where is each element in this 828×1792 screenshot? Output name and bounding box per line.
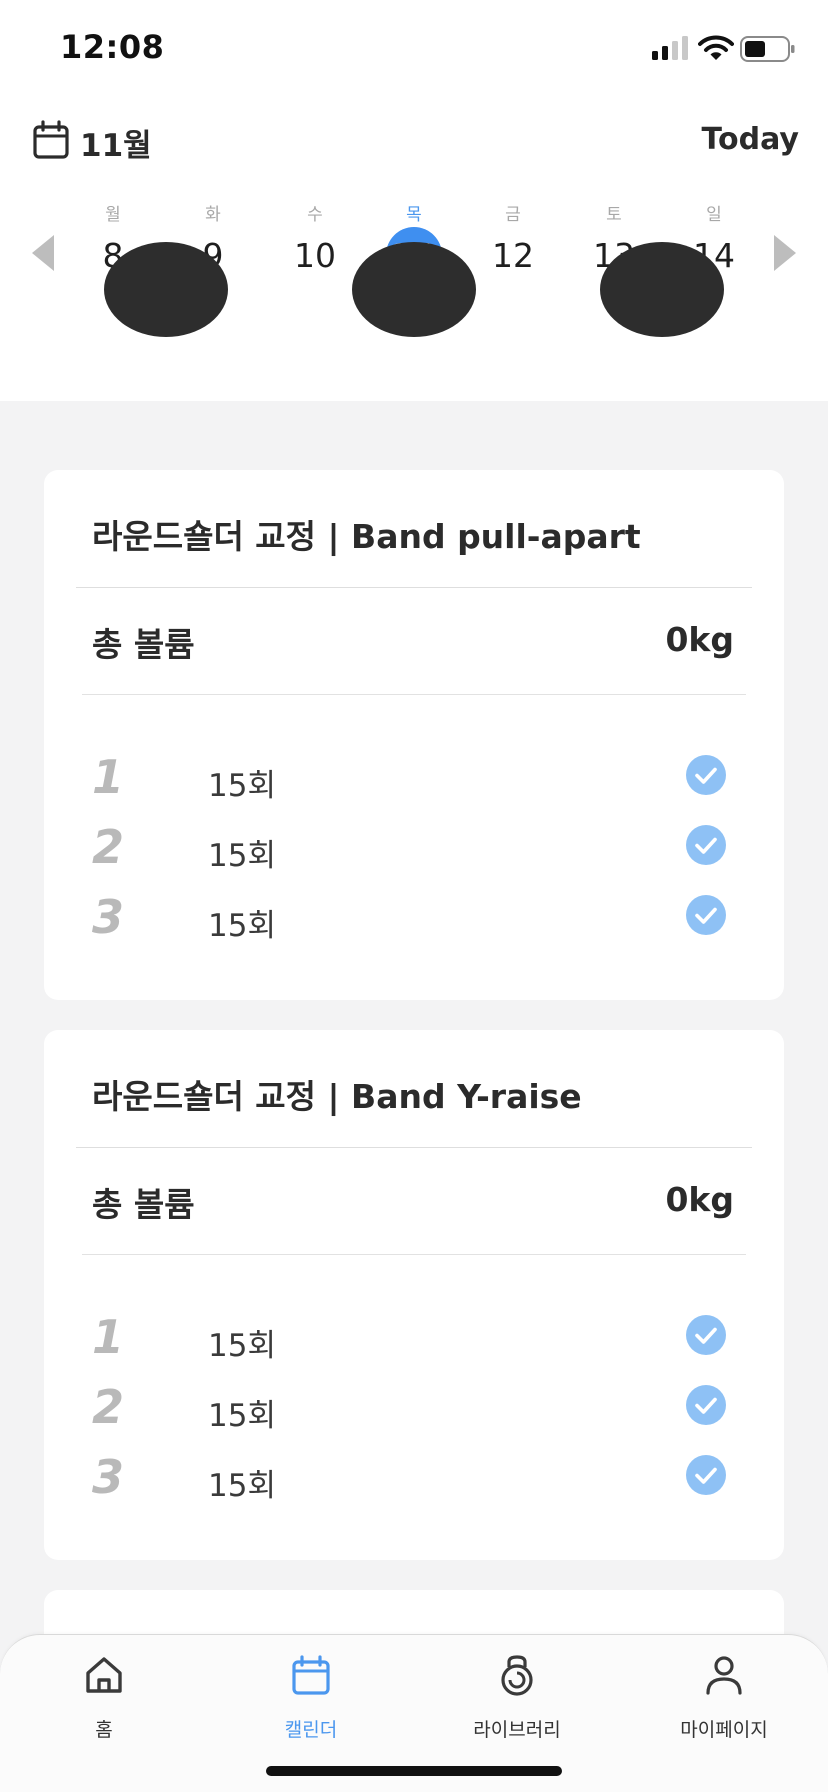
check-circle-icon[interactable] — [685, 1454, 727, 1496]
divider — [82, 1254, 746, 1255]
weekday-label: 목 — [406, 205, 422, 225]
calendar-header: 11월 Today — [0, 110, 828, 170]
workout-card[interactable]: 라운드숄더 교정 | Band Y-raise 총 볼륨 0kg 1 15회 2 15회 3 1… — [44, 1030, 784, 1560]
weekday-label: 토 — [606, 205, 622, 225]
set-row: 2 15회 — [44, 818, 784, 874]
set-row: 2 15회 — [44, 1378, 784, 1434]
date-number: 10 — [294, 235, 336, 275]
set-number: 1 — [92, 1310, 125, 1364]
day-4[interactable]: 금 12 — [478, 205, 548, 305]
home-icon — [86, 1657, 122, 1693]
date-circle: 10 — [287, 227, 343, 283]
set-row: 3 15회 — [44, 1448, 784, 1504]
tab-label: 캘린더 — [284, 1719, 338, 1741]
calendar-icon[interactable] — [32, 120, 70, 160]
triangle-left-icon[interactable] — [30, 233, 56, 273]
set-number: 2 — [92, 820, 125, 874]
set-row: 3 15회 — [44, 888, 784, 944]
divider — [82, 694, 746, 695]
tab-label: 홈 — [95, 1719, 113, 1741]
weekday-label: 일 — [706, 205, 722, 225]
set-reps: 15회 — [208, 1468, 276, 1504]
set-reps: 15회 — [208, 908, 276, 944]
set-number: 1 — [92, 750, 125, 804]
person-icon — [706, 1656, 742, 1695]
check-circle-icon[interactable] — [685, 1384, 727, 1426]
month-label[interactable]: 11월 — [80, 120, 152, 165]
tab-home[interactable]: 홈 — [24, 1653, 184, 1753]
workout-title: 라운드숄더 교정 | Band Y-raise — [92, 1077, 582, 1116]
set-number: 3 — [92, 1450, 125, 1504]
triangle-right-icon[interactable] — [772, 233, 798, 273]
status-bar: 12:08 — [0, 0, 828, 100]
workout-title: 라운드숄더 교정 | Band pull-apart — [92, 517, 641, 556]
weekday-label: 월 — [105, 205, 121, 225]
workout-image-thumbnail[interactable] — [104, 242, 228, 337]
set-number: 3 — [92, 890, 125, 944]
check-circle-icon[interactable] — [685, 894, 727, 936]
total-volume-label: 총 볼륨 — [92, 625, 195, 664]
set-reps: 15회 — [208, 768, 276, 804]
today-button[interactable]: Today — [702, 122, 799, 157]
total-volume-value: 0kg — [665, 1180, 734, 1219]
weekday-label: 금 — [505, 205, 521, 225]
total-volume-value: 0kg — [665, 620, 734, 659]
calendar-screen: 12:08 11월 Today 월 8 화 9 수 10 목 금 12 토 13… — [0, 0, 828, 1792]
set-row: 1 15회 — [44, 748, 784, 804]
weekday-label: 수 — [307, 205, 323, 225]
date-circle: 12 — [485, 227, 541, 283]
divider — [76, 587, 752, 588]
wifi-icon — [698, 35, 734, 60]
workout-image-thumbnail[interactable] — [352, 242, 476, 337]
workout-card[interactable]: 라운드숄더 교정 | Band pull-apart 총 볼륨 0kg 1 15회 2 15… — [44, 470, 784, 1000]
calendar-icon — [292, 1655, 330, 1695]
total-volume-label: 총 볼륨 — [92, 1185, 195, 1224]
top-section: 12:08 11월 Today 월 8 화 9 수 10 목 금 12 토 13… — [0, 0, 828, 401]
divider — [76, 1147, 752, 1148]
weekday-label: 화 — [205, 205, 221, 225]
set-reps: 15회 — [208, 838, 276, 874]
set-reps: 15회 — [208, 1398, 276, 1434]
cellular-signal-icon — [652, 36, 688, 60]
set-reps: 15회 — [208, 1328, 276, 1364]
home-indicator — [266, 1766, 562, 1776]
day-2[interactable]: 수 10 — [280, 205, 350, 305]
set-number: 2 — [92, 1380, 125, 1434]
check-circle-icon[interactable] — [685, 824, 727, 866]
tab-person[interactable]: 마이페이지 — [644, 1653, 804, 1753]
tab-kettlebell[interactable]: 라이브러리 — [437, 1653, 597, 1753]
status-time: 12:08 — [60, 28, 165, 66]
date-number: 12 — [492, 235, 534, 275]
battery-icon — [740, 36, 795, 62]
workout-image-thumbnail[interactable] — [600, 242, 724, 337]
check-circle-icon[interactable] — [685, 754, 727, 796]
tab-calendar[interactable]: 캘린더 — [231, 1653, 391, 1753]
tab-label: 라이브러리 — [473, 1719, 561, 1741]
kettlebell-icon — [501, 1655, 533, 1696]
check-circle-icon[interactable] — [685, 1314, 727, 1356]
tab-label: 마이페이지 — [680, 1719, 768, 1741]
set-row: 1 15회 — [44, 1308, 784, 1364]
